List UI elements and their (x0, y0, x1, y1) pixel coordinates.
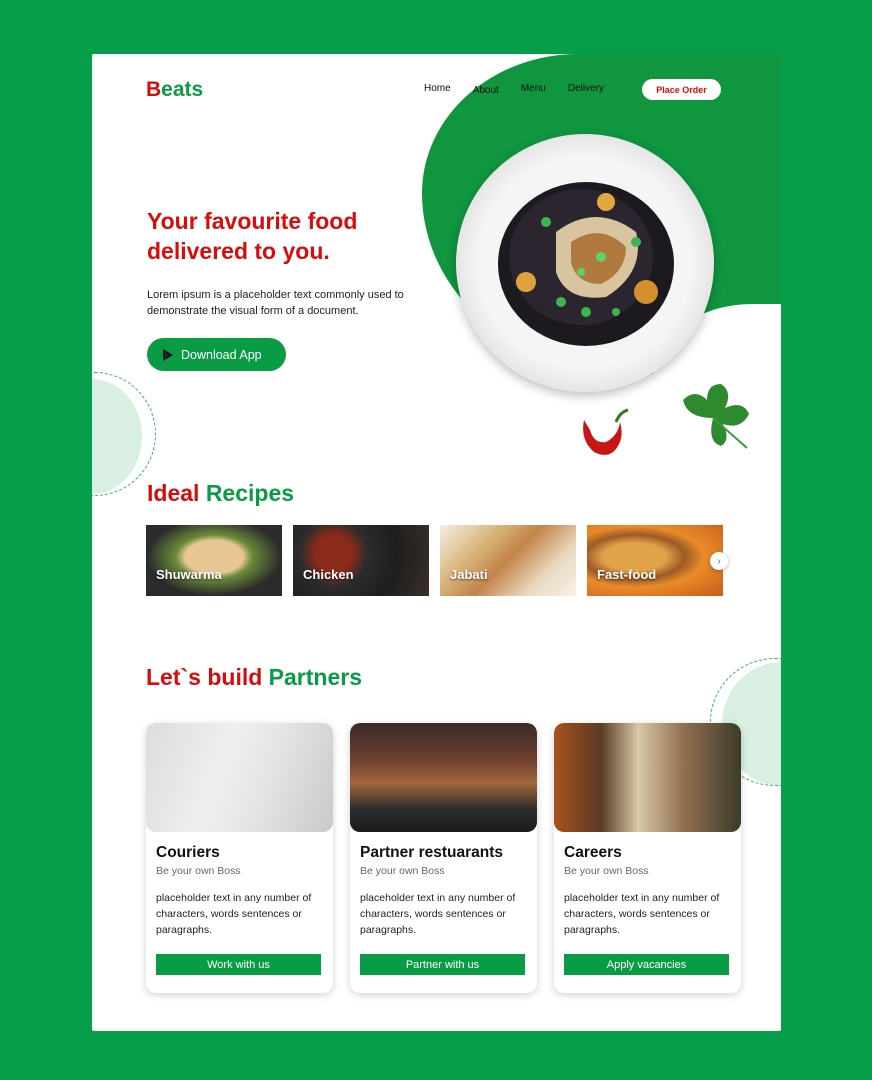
partner-card-subtitle: Be your own Boss (156, 865, 241, 877)
partner-cards: Couriers Be your own Boss placeholder te… (146, 723, 741, 993)
recipe-label: Shuwarma (156, 567, 222, 582)
parsley-leaf-image (683, 384, 749, 449)
partner-card-title: Partner restuarants (360, 844, 504, 861)
recipe-label: Jabati (450, 567, 488, 582)
brand-letter: B (146, 78, 162, 101)
hero-description: Lorem ipsum is a placeholder text common… (147, 289, 404, 317)
recipe-label: Fast-food (597, 567, 657, 582)
recipes-title-green: Recipes (205, 480, 295, 506)
partner-card-careers: Careers Be your own Boss placeholder tex… (554, 723, 741, 993)
partner-card-restaurants: Partner restuarants Be your own Boss pla… (350, 723, 537, 993)
recipe-card-shuwarma[interactable]: Shuwarma (146, 525, 282, 596)
partners-title-green: Partners (268, 664, 362, 690)
work-with-us-button[interactable]: Work with us (156, 954, 321, 975)
decorative-ring-left (92, 372, 156, 496)
partner-card-couriers: Couriers Be your own Boss placeholder te… (146, 723, 333, 993)
careers-image (554, 723, 741, 832)
recipe-label: Chicken (303, 567, 354, 582)
nav-home[interactable]: Home (424, 83, 451, 96)
partner-card-title: Couriers (156, 844, 220, 861)
plate-food-illustration (498, 182, 674, 346)
play-store-icon (163, 348, 173, 361)
courier-image (146, 723, 333, 832)
partner-card-text: placeholder text in any number of charac… (564, 892, 720, 936)
brand-text: eats (161, 78, 204, 101)
partner-card-text: placeholder text in any number of charac… (156, 892, 312, 936)
partners-title: Let`s build Partners (146, 664, 362, 691)
recipe-card-fast-food[interactable]: Fast-food (587, 525, 723, 596)
main-nav: Home About Menu Delivery (424, 83, 626, 96)
recipes-title: Ideal Recipes (147, 480, 294, 507)
partner-card-subtitle: Be your own Boss (360, 865, 445, 877)
partner-card-title: Careers (564, 844, 622, 861)
download-app-label: Download App (181, 347, 262, 362)
partner-card-text: placeholder text in any number of charac… (360, 892, 516, 936)
recipes-title-red: Ideal (147, 480, 200, 506)
chili-pepper-image (583, 408, 629, 455)
nav-about[interactable]: About (473, 85, 499, 96)
restaurant-image (350, 723, 537, 832)
landing-page: Beats Home About Menu Delivery Place Ord… (92, 54, 781, 1031)
brand-logo[interactable]: Beats (146, 78, 203, 102)
partner-with-us-button[interactable]: Partner with us (360, 954, 525, 975)
recipe-carousel: Shuwarma Chicken Jabati Fast-food (146, 525, 723, 596)
food-plate-image (456, 134, 714, 392)
recipe-card-jabati[interactable]: Jabati (440, 525, 576, 596)
apply-vacancies-button[interactable]: Apply vacancies (564, 954, 729, 975)
nav-delivery[interactable]: Delivery (568, 83, 604, 96)
nav-menu[interactable]: Menu (521, 83, 546, 96)
download-app-button[interactable]: Download App (147, 338, 286, 371)
recipe-card-chicken[interactable]: Chicken (293, 525, 429, 596)
partner-card-subtitle: Be your own Boss (564, 865, 649, 877)
partners-title-red: Let`s build (146, 664, 263, 690)
chevron-right-icon[interactable]: › (710, 552, 728, 570)
hero-title: Your favourite food delivered to you. (147, 208, 358, 264)
place-order-button[interactable]: Place Order (642, 79, 721, 100)
